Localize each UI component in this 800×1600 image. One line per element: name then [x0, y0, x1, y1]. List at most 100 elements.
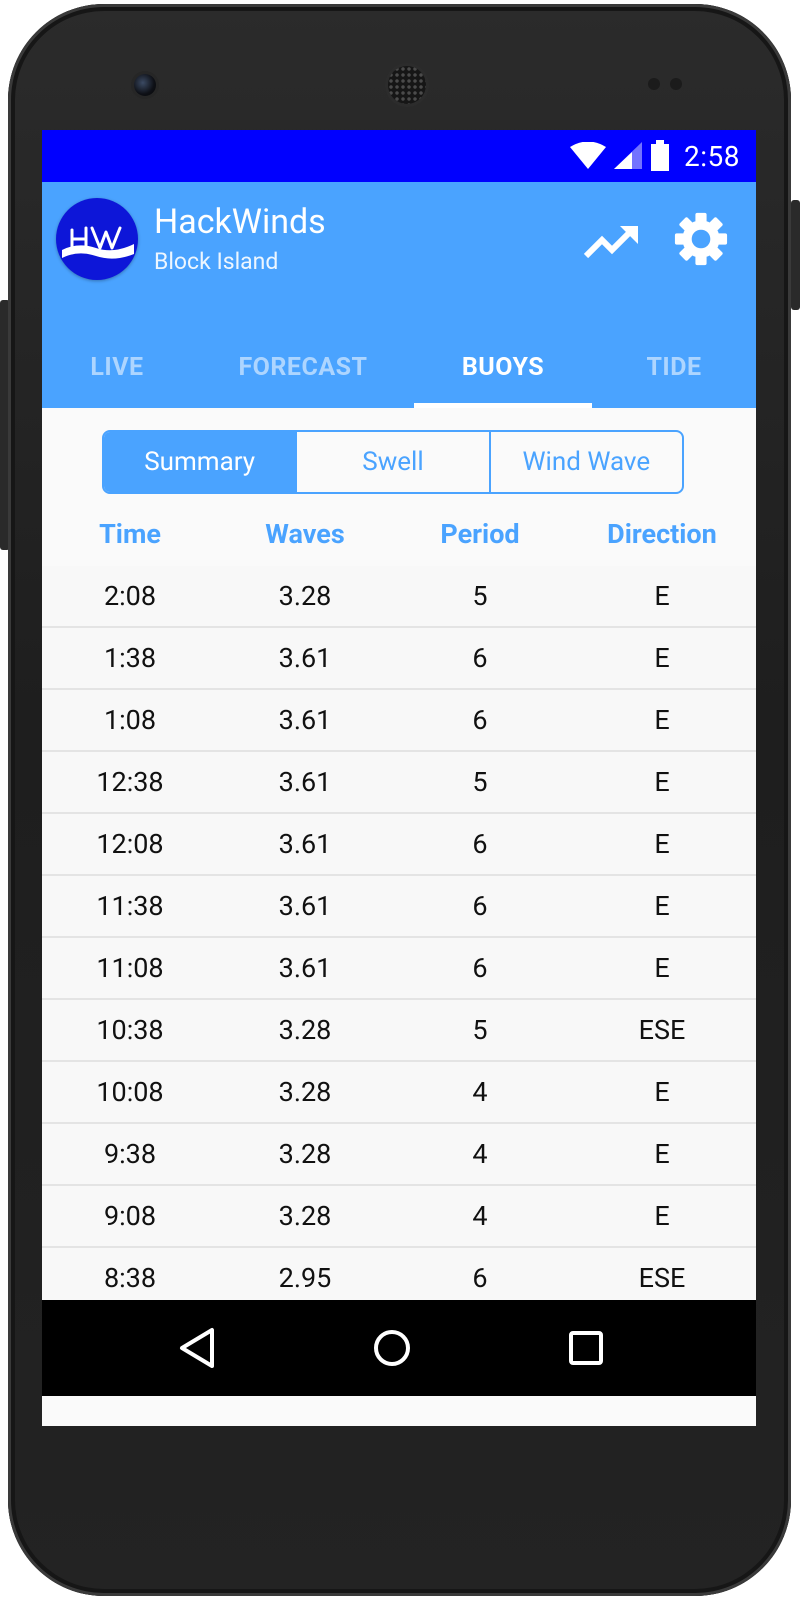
buoy-data-list: 2:08 3.28 5 E 1:38 3.61 6 E 1:08 3.61 6 … — [42, 566, 756, 1310]
battery-icon — [651, 140, 669, 171]
cell-period: 6 — [472, 642, 488, 674]
home-button[interactable] — [368, 1324, 416, 1372]
cell-direction: E — [654, 828, 670, 860]
trending-up-icon — [583, 226, 638, 259]
hackwinds-logo-icon — [62, 226, 134, 259]
cell-direction: ESE — [638, 1014, 686, 1046]
status-time: 2:58 — [684, 139, 740, 173]
cell-waves: 3.61 — [278, 642, 332, 674]
table-row[interactable]: 10:08 3.28 4 E — [42, 1062, 756, 1124]
cell-waves: 3.28 — [278, 580, 332, 612]
cell-time: 8:38 — [103, 1262, 157, 1294]
cell-waves: 3.61 — [278, 890, 332, 922]
tab-buoys[interactable]: BUOYS — [414, 326, 592, 408]
cell-period: 6 — [472, 952, 488, 984]
cell-time: 9:08 — [103, 1200, 157, 1232]
cell-direction: E — [654, 1138, 670, 1170]
cell-direction: E — [654, 1200, 670, 1232]
column-header-time: Time — [99, 518, 161, 550]
cell-waves: 3.28 — [278, 1200, 332, 1232]
cell-time: 12:38 — [96, 766, 164, 798]
wifi-icon — [570, 142, 606, 169]
cell-waves: 3.28 — [278, 1138, 332, 1170]
app-title: HackWinds — [154, 202, 326, 242]
cell-time: 11:08 — [96, 952, 164, 984]
buoy-data-segmented-control: Summary Swell Wind Wave — [102, 430, 684, 494]
cell-time: 10:08 — [96, 1076, 164, 1108]
table-row[interactable]: 9:38 3.28 4 E — [42, 1124, 756, 1186]
cell-time: 9:38 — [103, 1138, 157, 1170]
signal-icon — [614, 142, 642, 169]
cell-waves: 3.61 — [278, 704, 332, 736]
cell-direction: E — [654, 952, 670, 984]
segment-summary[interactable]: Summary — [104, 432, 296, 492]
proximity-sensor — [648, 78, 660, 90]
light-sensor — [670, 78, 682, 90]
status-bar: 2:58 — [42, 130, 756, 182]
back-icon — [180, 1328, 214, 1368]
cell-direction: E — [654, 766, 670, 798]
settings-button[interactable] — [674, 210, 728, 268]
cell-time: 1:38 — [103, 642, 157, 674]
cell-direction: ESE — [638, 1262, 686, 1294]
tab-live[interactable]: LIVE — [42, 326, 192, 408]
home-icon — [374, 1330, 410, 1366]
cell-period: 4 — [472, 1076, 488, 1108]
table-row[interactable]: 11:08 3.61 6 E — [42, 938, 756, 1000]
cell-time: 10:38 — [96, 1014, 164, 1046]
cell-time: 12:08 — [96, 828, 164, 860]
cell-period: 5 — [472, 1014, 488, 1046]
back-button[interactable] — [174, 1324, 222, 1372]
cell-period: 5 — [472, 766, 488, 798]
segment-swell[interactable]: Swell — [295, 432, 488, 492]
cell-period: 4 — [472, 1200, 488, 1232]
cell-period: 6 — [472, 828, 488, 860]
table-row[interactable]: 1:08 3.61 6 E — [42, 690, 756, 752]
cell-period: 4 — [472, 1138, 488, 1170]
cell-waves: 2.95 — [278, 1262, 332, 1294]
cell-waves: 3.61 — [278, 828, 332, 860]
cell-period: 5 — [472, 580, 488, 612]
table-row[interactable]: 10:38 3.28 5 ESE — [42, 1000, 756, 1062]
table-row[interactable]: 9:08 3.28 4 E — [42, 1186, 756, 1248]
cell-direction: E — [654, 580, 670, 612]
cell-direction: E — [654, 890, 670, 922]
cell-direction: E — [654, 704, 670, 736]
status-icons: 2:58 — [570, 130, 740, 182]
cell-direction: E — [654, 642, 670, 674]
app-screen: 2:58 HackWinds Block Island LIVE FORECAS… — [42, 130, 756, 1426]
cell-time: 11:38 — [96, 890, 164, 922]
cell-direction: E — [654, 1076, 670, 1108]
cell-waves: 3.28 — [278, 1076, 332, 1108]
cell-waves: 3.28 — [278, 1014, 332, 1046]
cell-waves: 3.61 — [278, 952, 332, 984]
table-row[interactable]: 1:38 3.61 6 E — [42, 628, 756, 690]
tab-tide[interactable]: TIDE — [592, 326, 756, 408]
system-navigation-bar — [42, 1300, 756, 1396]
table-row[interactable]: 12:38 3.61 5 E — [42, 752, 756, 814]
cell-period: 6 — [472, 1262, 488, 1294]
app-header: HackWinds Block Island LIVE FORECAST BUO… — [42, 182, 756, 408]
tab-forecast[interactable]: FORECAST — [192, 326, 414, 408]
front-camera — [134, 74, 156, 96]
column-header-direction: Direction — [607, 518, 717, 550]
table-header: Time Waves Period Direction — [42, 502, 756, 568]
table-row[interactable]: 11:38 3.61 6 E — [42, 876, 756, 938]
trend-button[interactable] — [582, 218, 642, 264]
cell-waves: 3.61 — [278, 766, 332, 798]
cell-time: 2:08 — [103, 580, 157, 612]
column-header-period: Period — [440, 518, 520, 550]
segment-wind-wave[interactable]: Wind Wave — [488, 432, 682, 492]
location-subtitle: Block Island — [154, 248, 279, 275]
cell-time: 1:08 — [103, 704, 157, 736]
volume-button — [791, 200, 800, 310]
settings-gear-icon — [674, 212, 728, 266]
recents-button[interactable] — [562, 1324, 610, 1372]
cell-period: 6 — [472, 704, 488, 736]
app-logo — [56, 198, 138, 280]
tab-bar: LIVE FORECAST BUOYS TIDE — [42, 326, 756, 408]
table-row[interactable]: 2:08 3.28 5 E — [42, 566, 756, 628]
earpiece-speaker — [388, 66, 426, 104]
table-row[interactable]: 12:08 3.61 6 E — [42, 814, 756, 876]
column-header-waves: Waves — [265, 518, 345, 550]
